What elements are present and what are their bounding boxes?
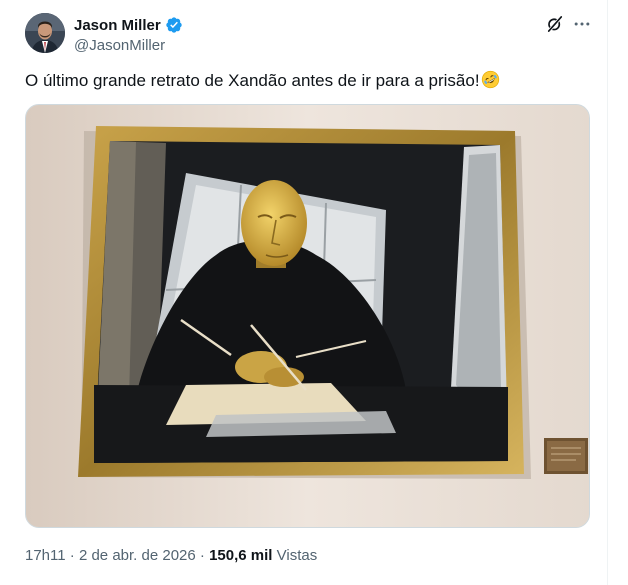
avatar-image <box>25 13 65 53</box>
views-count[interactable]: 150,6 mil <box>209 547 272 564</box>
rolling-on-the-floor-laughing-emoji-icon <box>481 70 499 89</box>
divider <box>607 0 608 585</box>
tweet-meta: 17h11 · 2 de abr. de 2026 · 150,6 mil Vi… <box>25 547 317 564</box>
grok-icon[interactable] <box>545 14 565 34</box>
author-name[interactable]: Jason Miller <box>74 17 161 34</box>
tweet-text-content: O último grande retrato de Xandão antes … <box>25 71 480 90</box>
author-handle[interactable]: @JasonMiller <box>74 37 165 54</box>
more-icon[interactable] <box>572 14 592 34</box>
avatar[interactable] <box>25 13 65 53</box>
meta-separator: · <box>195 547 210 564</box>
meta-separator: · <box>65 547 79 564</box>
tweet-time[interactable]: 17h11 <box>25 547 66 564</box>
tweet-text: O último grande retrato de Xandão antes … <box>25 70 500 92</box>
verified-badge-icon[interactable] <box>165 16 183 34</box>
tweet-media-photo[interactable] <box>25 104 590 528</box>
views-label: Vistas <box>276 547 318 564</box>
tweet-date[interactable]: 2 de abr. de 2026 <box>79 547 196 564</box>
tweet-card: Jason Miller @JasonMiller O último grand… <box>0 0 628 585</box>
author-row: Jason Miller <box>74 16 183 34</box>
painting-photo <box>26 105 589 527</box>
